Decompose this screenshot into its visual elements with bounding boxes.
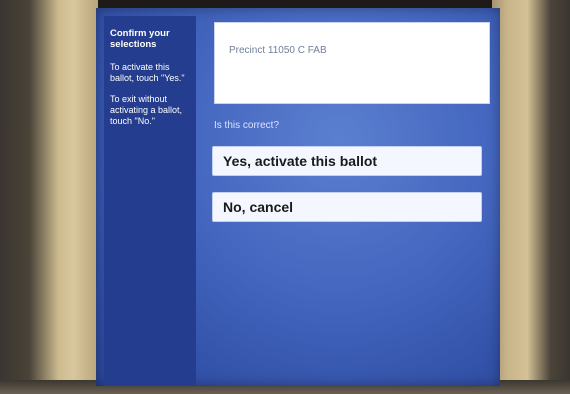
sidebar-instruction-yes: To activate this ballot, touch "Yes.": [110, 62, 185, 83]
confirmation-question: Is this correct?: [214, 120, 280, 131]
precinct-info-box: Precinct 11050 C FAB: [214, 22, 490, 104]
activate-ballot-button[interactable]: Yes, activate this ballot: [212, 146, 482, 176]
sidebar-title: Confirm your selections: [110, 28, 170, 50]
voting-screen: Confirm your selections To activate this…: [96, 8, 500, 386]
precinct-label: Precinct 11050 C FAB: [229, 45, 327, 56]
cancel-label: No, cancel: [223, 199, 294, 215]
cancel-button[interactable]: No, cancel: [212, 192, 482, 222]
activate-ballot-label: Yes, activate this ballot: [223, 153, 378, 169]
instruction-sidebar: Confirm your selections To activate this…: [104, 16, 196, 386]
sidebar-instruction-no: To exit without activating a ballot, tou…: [110, 94, 183, 126]
kiosk-bezel-right: [492, 0, 570, 394]
kiosk-bezel-left: [0, 0, 98, 394]
